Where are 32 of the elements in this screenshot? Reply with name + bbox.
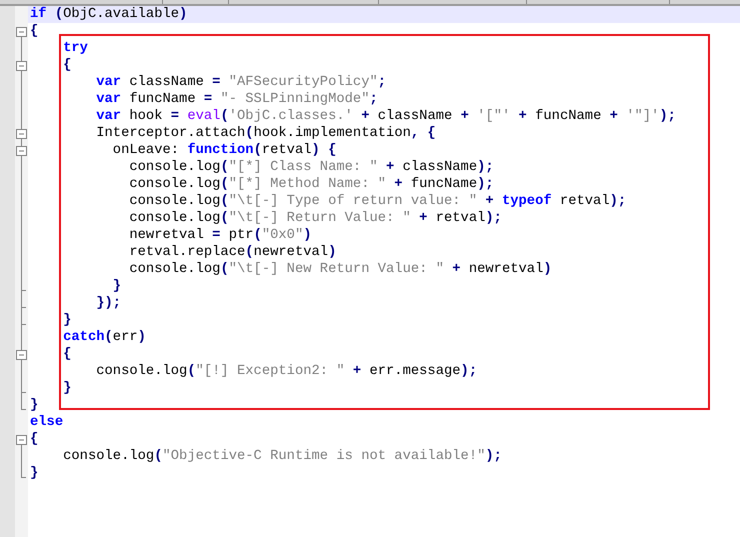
code-line: } bbox=[62, 381, 72, 396]
code-line: try bbox=[62, 41, 88, 56]
code-line: { bbox=[30, 432, 38, 447]
code-line: } bbox=[62, 313, 72, 328]
code-line: retval.replace(newretval) bbox=[128, 245, 336, 260]
code-line: } bbox=[112, 279, 122, 294]
code-line: var className = "AFSecurityPolicy"; bbox=[95, 75, 386, 90]
code-line: } bbox=[30, 398, 38, 413]
code-line: console.log("\t[-] Return Value: " + retval); bbox=[128, 211, 502, 226]
fold-toggle-icon[interactable] bbox=[16, 142, 27, 159]
code-line: console.log("\t[-] New Return Value: " + newretval) bbox=[128, 262, 552, 277]
fold-toggle-icon[interactable] bbox=[16, 346, 27, 363]
code-line: console.log("\t[-] Type of return value: " + typeof retval); bbox=[128, 194, 626, 209]
code-line: if (ObjC.available) bbox=[30, 7, 188, 22]
code-line: catch(err) bbox=[62, 330, 146, 345]
code-line: Interceptor.attach(hook.implementation, { bbox=[95, 126, 436, 141]
code-line: var hook = eval('ObjC.classes.' + className + '["' + funcName + '"]'); bbox=[95, 109, 676, 124]
code-line: newretval = ptr("0x0") bbox=[128, 228, 312, 243]
code-line: }); bbox=[95, 296, 122, 311]
code-line: else bbox=[30, 415, 64, 430]
code-line: console.log("[*] Class Name: " + className); bbox=[128, 160, 494, 175]
code-line: { bbox=[62, 347, 72, 362]
code-line: } bbox=[30, 466, 38, 481]
fold-toggle-icon[interactable] bbox=[16, 125, 27, 142]
code-line: onLeave: function(retval) { bbox=[112, 143, 336, 158]
code-line: { bbox=[30, 24, 38, 39]
code-line: console.log("[*] Method Name: " + funcName); bbox=[128, 177, 494, 192]
code-line: var funcName = "- SSLPinningMode"; bbox=[95, 92, 378, 107]
fold-toggle-icon[interactable] bbox=[16, 57, 27, 74]
code-line: console.log("Objective-C Runtime is not available!"); bbox=[62, 449, 502, 464]
code-line: { bbox=[62, 58, 72, 73]
code-line: console.log("[!] Exception2: " + err.message); bbox=[95, 364, 478, 379]
